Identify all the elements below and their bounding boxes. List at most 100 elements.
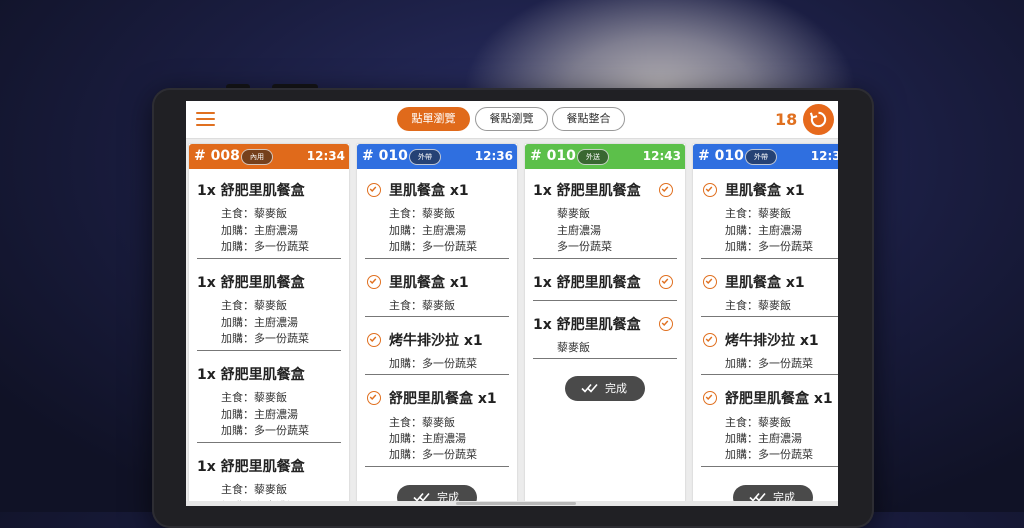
pending-order-count: 18 — [775, 110, 798, 129]
order-item-option: 主食：藜麥飯 — [725, 207, 791, 220]
check-circle-icon[interactable] — [659, 183, 673, 197]
top-bar: 點單瀏覽 餐點瀏覽 餐點整合 18 — [186, 101, 838, 139]
order-item-title: 1x 舒肥里肌餐盒 — [197, 367, 305, 383]
order-item-option: 加購：多一份蔬菜 — [221, 240, 309, 253]
order-item-option: 加購：主廚濃湯 — [725, 224, 802, 237]
order-item-title: 1x 舒肥里肌餐盒 — [197, 459, 305, 475]
order-type-badge: 外帶 — [409, 149, 441, 165]
item-divider — [533, 258, 677, 259]
tab-meal-merge[interactable]: 餐點整合 — [552, 107, 625, 131]
order-item-option: 主食：藜麥飯 — [389, 416, 455, 429]
check-circle-icon[interactable] — [367, 275, 381, 289]
order-item-option: 加購：主廚濃湯 — [725, 432, 802, 445]
order-number: # 010 — [530, 148, 576, 164]
check-circle-icon[interactable] — [659, 317, 673, 331]
item-divider — [197, 350, 341, 351]
refresh-icon — [809, 111, 827, 128]
order-item-option: 主食：藜麥飯 — [725, 416, 791, 429]
order-item-title: 舒肥里肌餐盒 x1 — [725, 391, 833, 407]
item-divider — [365, 374, 509, 375]
order-time: 12:36 — [474, 149, 513, 163]
order-item-option: 加購：多一份蔬菜 — [389, 240, 477, 253]
order-item-option: 加購：多一份蔬菜 — [221, 332, 309, 345]
order-number: # 010 — [698, 148, 744, 164]
check-circle-icon[interactable] — [703, 333, 717, 347]
order-item-title: 里肌餐盒 x1 — [725, 183, 805, 199]
order-item-option: 主食：藜麥飯 — [725, 299, 791, 312]
order-item-title: 1x 舒肥里肌餐盒 — [533, 317, 641, 333]
item-divider — [197, 258, 341, 259]
check-circle-icon[interactable] — [703, 183, 717, 197]
order-item-option: 加購：主廚濃湯 — [389, 224, 466, 237]
order-item-title: 1x 舒肥里肌餐盒 — [197, 183, 305, 199]
order-item-title: 1x 舒肥里肌餐盒 — [533, 275, 641, 291]
order-item-option: 主食：藜麥飯 — [221, 391, 287, 404]
scrollbar-thumb[interactable] — [456, 502, 576, 505]
order-item-option: 加購：主廚濃湯 — [221, 408, 298, 421]
order-item-option: 藜麥飯 — [557, 341, 590, 354]
order-time: 12:36 — [810, 149, 838, 163]
order-item-option: 加購：多一份蔬菜 — [389, 448, 477, 461]
order-item-option: 加購：多一份蔬菜 — [725, 448, 813, 461]
complete-button[interactable]: 完成 — [565, 376, 645, 401]
order-item-option: 加購：主廚濃湯 — [389, 432, 466, 445]
order-item-title: 里肌餐盒 x1 — [389, 183, 469, 199]
order-card[interactable]: # 010外帶 12:36 里肌餐盒 x1 主食：藜麥飯加購：主廚濃湯加購：多一份蔬菜… — [357, 144, 517, 506]
order-card[interactable]: # 008 內用 12:34 1x 舒肥里肌餐盒 主食：藜麥飯 加購：主廚濃湯 加購：多一份… — [189, 144, 349, 506]
item-divider — [701, 258, 838, 259]
order-number: # 008 — [194, 148, 240, 164]
order-item-option: 加購：多一份蔬菜 — [389, 357, 477, 370]
order-item-option: 多一份蔬菜 — [557, 240, 612, 253]
order-item-title: 舒肥里肌餐盒 x1 — [389, 391, 497, 407]
item-divider — [365, 316, 509, 317]
order-item-title: 烤牛排沙拉 x1 — [389, 333, 483, 349]
order-type-badge: 外帶 — [745, 149, 777, 165]
refresh-button[interactable] — [803, 104, 834, 135]
check-circle-icon[interactable] — [367, 391, 381, 405]
tab-order-view[interactable]: 點單瀏覽 — [397, 107, 470, 131]
check-circle-icon[interactable] — [703, 391, 717, 405]
check-circle-icon[interactable] — [367, 183, 381, 197]
order-time: 12:43 — [642, 149, 681, 163]
item-divider — [701, 316, 838, 317]
order-item-title: 里肌餐盒 x1 — [389, 275, 469, 291]
order-card-header: # 008 內用 12:34 — [189, 144, 349, 169]
hamburger-icon[interactable] — [196, 112, 215, 126]
order-item-option: 加購：多一份蔬菜 — [725, 240, 813, 253]
order-type-badge: 內用 — [241, 149, 273, 165]
order-item-title: 烤牛排沙拉 x1 — [725, 333, 819, 349]
check-circle-icon[interactable] — [367, 333, 381, 347]
order-time: 12:34 — [306, 149, 345, 163]
check-circle-icon[interactable] — [659, 275, 673, 289]
tab-meal-view[interactable]: 餐點瀏覽 — [475, 107, 548, 131]
check-circle-icon[interactable] — [703, 275, 717, 289]
item-divider — [533, 300, 677, 301]
order-item-option: 主食：藜麥飯 — [221, 207, 287, 220]
order-card[interactable]: # 010 外送 12:43 1x 舒肥里肌餐盒 藜麥飯 主廚濃湯 多一份蔬菜 1x 舒肥里肌… — [525, 144, 685, 506]
tablet-screen: 點單瀏覽 餐點瀏覽 餐點整合 18 # 008 內用 12:34 1x 舒肥里肌餐盒主… — [186, 101, 838, 506]
order-item-option: 主食：藜麥飯 — [221, 299, 287, 312]
order-item-option: 主食：藜麥飯 — [389, 207, 455, 220]
order-item-option: 主食：藜麥飯 — [221, 483, 287, 496]
order-type-badge: 外送 — [577, 149, 609, 165]
order-item-option: 藜麥飯 — [557, 207, 590, 220]
order-item-title: 1x 舒肥里肌餐盒 — [197, 275, 305, 291]
horizontal-scrollbar[interactable] — [186, 501, 838, 506]
order-item-option: 主食：藜麥飯 — [389, 299, 455, 312]
complete-button-label: 完成 — [605, 382, 627, 395]
item-divider — [701, 374, 838, 375]
order-item-title: 里肌餐盒 x1 — [725, 275, 805, 291]
item-divider — [533, 358, 677, 359]
order-card-header: # 010 外送 12:43 — [525, 144, 685, 169]
order-item-option: 加購：主廚濃湯 — [221, 316, 298, 329]
order-card[interactable]: # 010外帶 12:36 里肌餐盒 x1 主食：藜麥飯加購：主廚濃湯加購：多一份蔬菜… — [693, 144, 838, 506]
order-card-header: # 010外帶 12:36 — [693, 144, 838, 169]
order-card-header: # 010外帶 12:36 — [357, 144, 517, 169]
order-item-option: 加購：多一份蔬菜 — [221, 424, 309, 437]
item-divider — [701, 466, 838, 467]
order-item-option: 主廚濃湯 — [557, 224, 601, 237]
order-item-option: 加購：多一份蔬菜 — [725, 357, 813, 370]
item-divider — [365, 466, 509, 467]
item-divider — [365, 258, 509, 259]
order-item-option: 加購：主廚濃湯 — [221, 224, 298, 237]
